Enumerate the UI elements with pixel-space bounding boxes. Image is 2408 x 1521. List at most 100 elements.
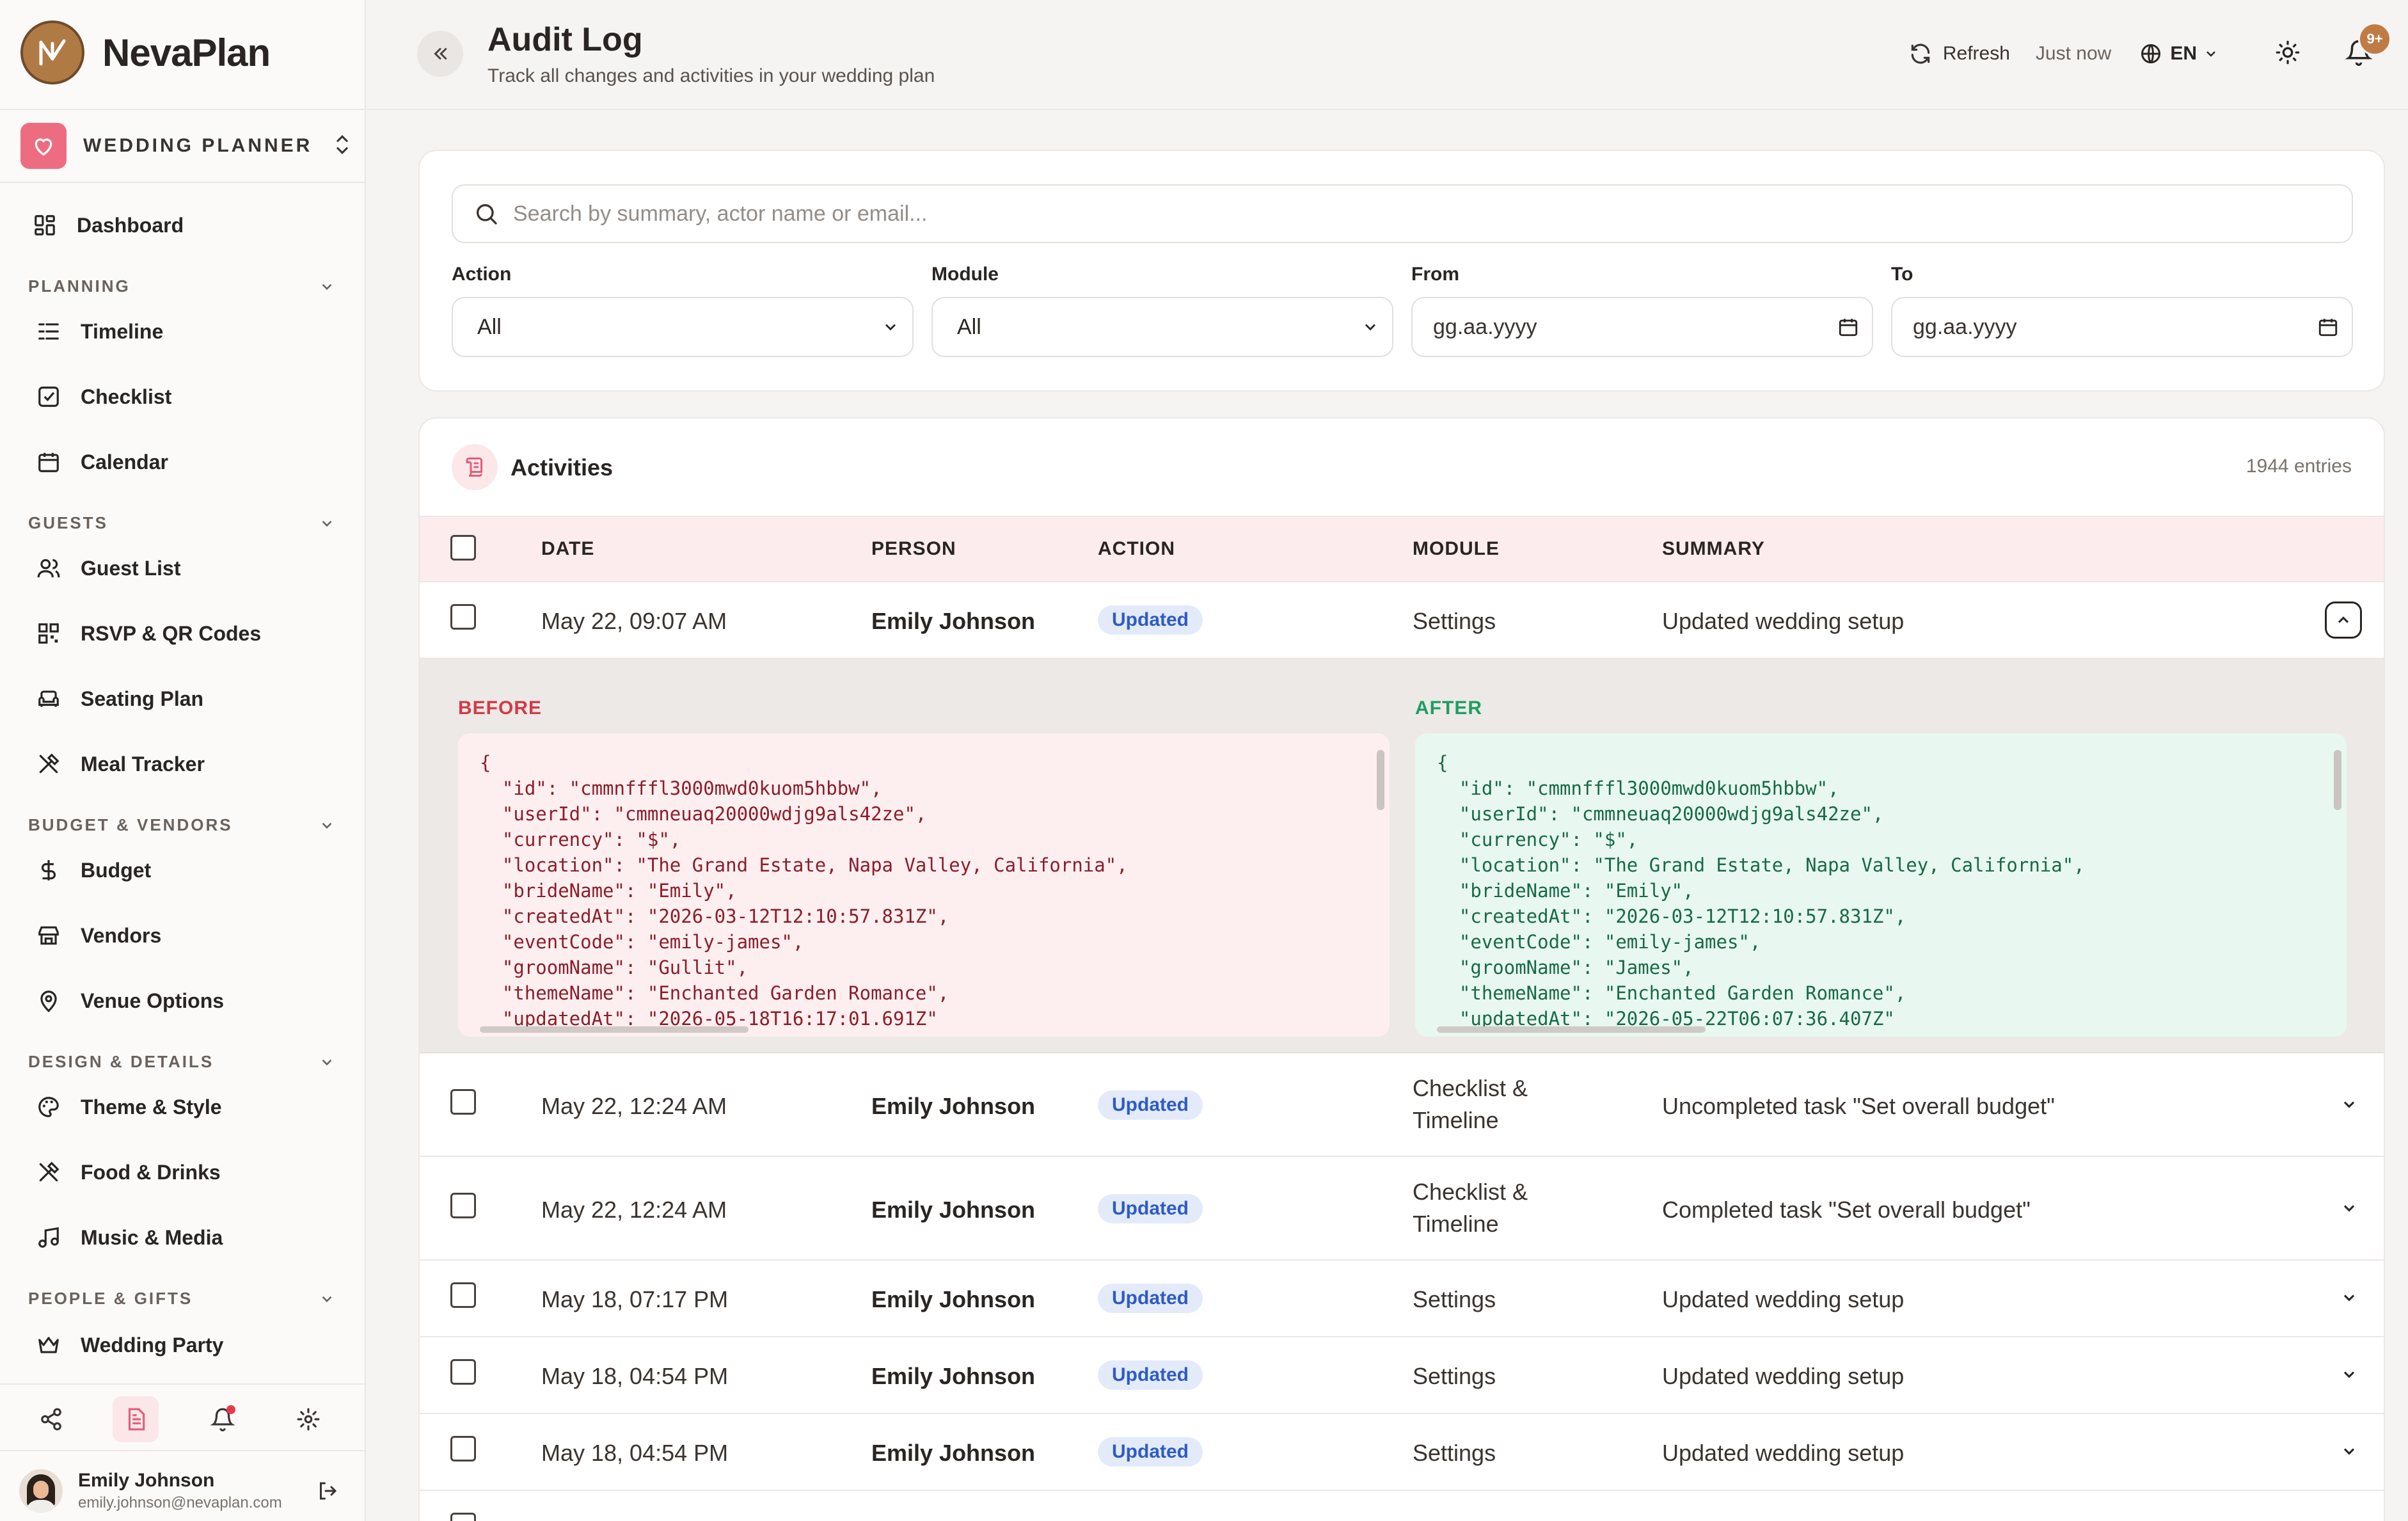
table-row[interactable]: May 22, 12:24 AM Emily Johnson Updated C… [420, 1053, 2384, 1157]
search-box[interactable] [452, 184, 2353, 243]
collapse-sidebar-button[interactable] [417, 31, 463, 77]
chevron-down-icon [1365, 324, 1375, 331]
nav-section-planning[interactable]: PLANNING [28, 276, 335, 296]
table-row[interactable]: May 22, 12:24 AM Emily Johnson Updated C… [420, 1157, 2384, 1261]
gear-icon [297, 1408, 320, 1431]
sidebar-item-label: Food & Drinks [81, 1160, 221, 1184]
palette-icon [36, 1094, 61, 1120]
before-json-panel[interactable]: { "id": "cmmnfffl3000mwd0kuom5hbbw", "us… [458, 733, 1390, 1037]
qr-code-icon [36, 621, 61, 646]
sidebar: NevaPlan WEDDING PLANNER Dashboard PLANN… [0, 0, 366, 1521]
table-row[interactable]: May 18, 04:54 PM Emily Johnson Updated S… [420, 1414, 2384, 1491]
sidebar-item-calendar[interactable]: Calendar [36, 443, 168, 481]
nav-section-guests[interactable]: GUESTS [28, 513, 335, 533]
map-pin-icon [36, 988, 61, 1014]
action-select[interactable]: All [452, 297, 914, 357]
sidebar-item-label: Dashboard [77, 213, 184, 237]
expand-row-button[interactable] [2336, 1092, 2362, 1117]
to-date-input[interactable]: gg.aa.yyyy [1891, 297, 2353, 357]
action-badge: Updated [1098, 1360, 1203, 1390]
nav-section-budget-vendors[interactable]: BUDGET & VENDORS [28, 815, 335, 835]
top-header: Audit Log Track all changes and activiti… [367, 0, 2408, 110]
table-row[interactable]: May 18, 04:54 PM Emily Johnson Updated S… [420, 1337, 2384, 1414]
chevron-down-icon [322, 283, 332, 290]
module-select[interactable]: All [931, 297, 1393, 357]
column-module[interactable]: MODULE [1413, 517, 1500, 581]
sidebar-item-budget[interactable]: Budget [36, 851, 151, 889]
sidebar-item-checklist[interactable]: Checklist [36, 378, 171, 416]
sidebar-item-dashboard[interactable]: Dashboard [32, 206, 184, 244]
after-json: { "id": "cmmnfffl3000mwd0kuom5hbbw", "us… [1437, 752, 2085, 1030]
scroll-icon [452, 444, 498, 490]
vertical-scrollbar[interactable] [1377, 750, 1384, 810]
column-action[interactable]: ACTION [1098, 517, 1175, 581]
header-notifications-button[interactable]: 9+ [2345, 22, 2391, 69]
module-filter: Module All [931, 264, 1393, 357]
section-title: PEOPLE & GIFTS [28, 1289, 193, 1308]
select-all-checkbox[interactable] [450, 535, 476, 561]
settings-button[interactable] [285, 1396, 331, 1442]
vertical-scrollbar[interactable] [2334, 750, 2341, 810]
crown-icon [36, 1332, 61, 1358]
sidebar-item-seating-plan[interactable]: Seating Plan [36, 680, 203, 718]
refresh-button[interactable]: Refresh [1908, 42, 2010, 66]
expand-row-button[interactable] [2336, 1285, 2362, 1310]
theme-toggle-button[interactable] [2275, 40, 2301, 68]
from-date-input[interactable]: gg.aa.yyyy [1411, 297, 1873, 357]
sidebar-item-theme-style[interactable]: Theme & Style [36, 1088, 222, 1126]
sidebar-item-vendors[interactable]: Vendors [36, 916, 161, 955]
row-checkbox[interactable] [450, 604, 476, 630]
sidebar-item-wedding-party[interactable]: Wedding Party [36, 1326, 223, 1364]
workspace-switcher[interactable]: WEDDING PLANNER [20, 123, 353, 169]
user-name: Emily Johnson [78, 1470, 215, 1491]
language-selector[interactable]: EN [2139, 42, 2226, 65]
after-json-panel[interactable]: { "id": "cmmnfffl3000mwd0kuom5hbbw", "us… [1415, 733, 2347, 1037]
nav-section-people-gifts[interactable]: PEOPLE & GIFTS [28, 1289, 335, 1309]
chevron-down-icon [322, 822, 332, 829]
section-title: GUESTS [28, 513, 108, 532]
logout-icon[interactable] [316, 1479, 339, 1506]
sidebar-item-food-drinks[interactable]: Food & Drinks [36, 1153, 221, 1191]
notifications-button[interactable] [200, 1396, 246, 1442]
brand[interactable]: NevaPlan [20, 19, 271, 86]
row-checkbox[interactable] [450, 1193, 476, 1218]
sidebar-item-rsvp-qr[interactable]: RSVP & QR Codes [36, 614, 261, 653]
user-profile[interactable]: Emily Johnson emily.johnson@nevaplan.com [19, 1465, 352, 1517]
calendar-icon [2318, 319, 2338, 337]
utensils-crossed-icon [36, 1159, 61, 1185]
table-row[interactable] [420, 1491, 2384, 1521]
row-checkbox[interactable] [450, 1359, 476, 1385]
search-input[interactable] [513, 201, 2240, 227]
sidebar-item-timeline[interactable]: Timeline [36, 312, 163, 351]
audit-log-button[interactable] [113, 1396, 159, 1442]
table-row[interactable]: May 18, 07:17 PM Emily Johnson Updated S… [420, 1261, 2384, 1337]
row-checkbox[interactable] [450, 1513, 476, 1521]
expand-row-button[interactable] [2336, 1195, 2362, 1221]
horizontal-scrollbar[interactable] [1437, 1026, 1706, 1033]
timeline-list-icon [36, 319, 61, 344]
collapse-row-button[interactable] [2325, 601, 2362, 639]
sidebar-item-venue-options[interactable]: Venue Options [36, 982, 224, 1020]
expand-row-button[interactable] [2336, 1438, 2362, 1464]
activities-title: Activities [511, 454, 614, 481]
nav-section-design-details[interactable]: DESIGN & DETAILS [28, 1052, 335, 1072]
column-person[interactable]: PERSON [871, 517, 956, 581]
table-row[interactable]: May 22, 09:07 AM Emily Johnson Updated S… [420, 582, 2384, 659]
column-date[interactable]: DATE [541, 517, 594, 581]
horizontal-scrollbar[interactable] [480, 1026, 749, 1033]
row-checkbox[interactable] [450, 1436, 476, 1461]
expand-row-button[interactable] [2336, 1362, 2362, 1387]
sidebar-item-label: Wedding Party [81, 1333, 224, 1357]
row-module: Settings [1413, 1286, 1496, 1312]
row-checkbox[interactable] [450, 1089, 476, 1115]
chevron-down-icon [2343, 1371, 2355, 1378]
sidebar-item-music-media[interactable]: Music & Media [36, 1218, 223, 1257]
row-checkbox[interactable] [450, 1282, 476, 1308]
sidebar-item-label: Theme & Style [81, 1095, 222, 1119]
share-button[interactable] [28, 1396, 74, 1442]
sidebar-item-meal-tracker[interactable]: Meal Tracker [36, 745, 205, 783]
column-summary[interactable]: SUMMARY [1662, 517, 1765, 581]
notification-dot [226, 1405, 235, 1414]
section-title: DESIGN & DETAILS [28, 1052, 214, 1071]
sidebar-item-guest-list[interactable]: Guest List [36, 549, 180, 587]
